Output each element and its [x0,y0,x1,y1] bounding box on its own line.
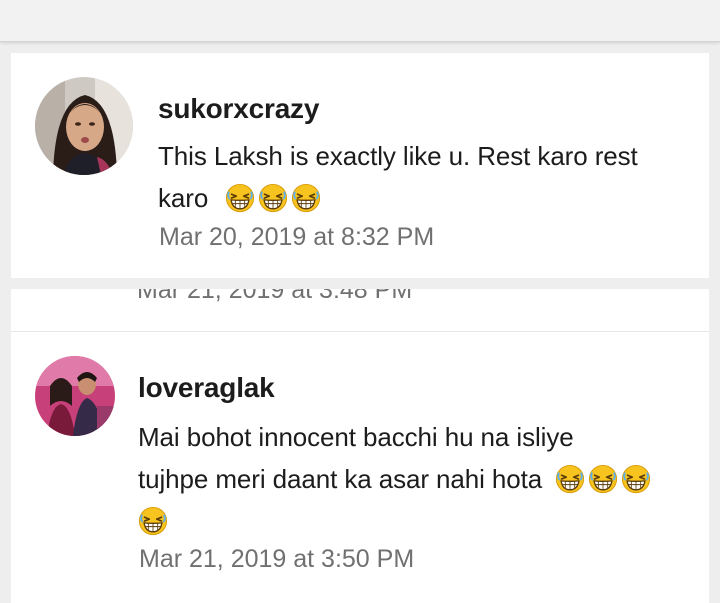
comment-text-line: Mai bohot innocent bacchi hu na isliye [138,422,574,452]
laugh-emoji-icon [621,464,651,494]
comment-timestamp: Mar 20, 2019 at 8:32 PM [159,223,435,251]
comment-timestamp: Mar 21, 2019 at 3:50 PM [139,545,415,573]
comment-text-line: tujhpe meri daant ka asar nahi hota [138,458,703,500]
comment-text-line [138,500,703,542]
laugh-emoji-icon [291,183,321,213]
laugh-emoji-icon [225,183,255,213]
comment-card: sukorxcrazy This Laksh is exactly like u… [11,53,709,278]
avatar[interactable] [35,356,115,436]
comment-username[interactable]: sukorxcrazy [158,93,319,125]
comment-text-segment: tujhpe meri daant ka asar nahi hota [138,464,543,494]
comment-card: Mar 21, 2019 at 3:48 PM loveraglak Mai b… [11,289,709,603]
laugh-emoji-icon [588,464,618,494]
laugh-emoji-icon [555,464,585,494]
comment-text: Mai bohot innocent bacchi hu na isliye t… [138,416,703,542]
avatar[interactable] [35,77,133,175]
laugh-emoji-icon [138,506,168,536]
app-top-bar [0,0,720,42]
previous-comment-timestamp: Mar 21, 2019 at 3:48 PM [137,289,413,304]
comment-username[interactable]: loveraglak [138,372,275,404]
divider [11,331,709,332]
comment-text-line: This Laksh is exactly like u. Rest karo … [158,141,638,171]
comment-text: This Laksh is exactly like u. Rest karo … [158,135,698,219]
laugh-emoji-icon [258,183,288,213]
comment-text-line: karo [158,177,698,219]
comment-text-segment: karo [158,183,209,213]
